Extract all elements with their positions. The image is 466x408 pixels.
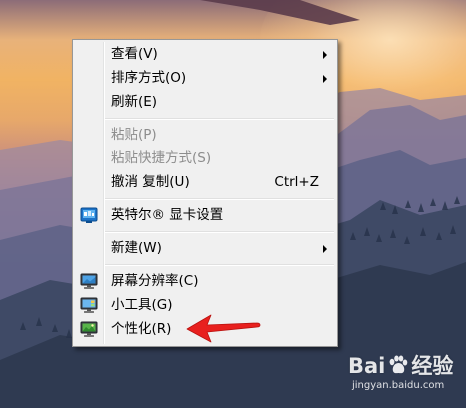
menu-item-refresh[interactable]: 刷新(E) — [75, 91, 335, 114]
menu-item-label: 查看(V) — [111, 46, 158, 62]
watermark-logo-right: 经验 — [411, 354, 454, 378]
menu-item-paste-shortcut[interactable]: 粘贴快捷方式(S) — [75, 147, 335, 170]
menu-item-paste[interactable]: 粘贴(P) — [75, 124, 335, 147]
menu-item-label: 新建(W) — [111, 240, 162, 256]
menu-item-label: 屏幕分辨率(C) — [111, 273, 199, 289]
menu-separator — [105, 231, 334, 233]
menu-item-sort-by[interactable]: 排序方式(O) — [75, 67, 335, 90]
menu-item-screen-resolution[interactable]: 屏幕分辨率(C) — [75, 270, 335, 293]
menu-item-label: 撤消 复制(U) — [111, 174, 190, 190]
personalize-icon — [80, 321, 98, 337]
monitor-resolution-icon — [80, 273, 98, 289]
menu-item-label: 粘贴快捷方式(S) — [111, 150, 212, 166]
paw-icon — [389, 355, 408, 374]
submenu-arrow-icon — [323, 75, 327, 83]
menu-item-label: 刷新(E) — [111, 94, 158, 110]
menu-item-label: 粘贴(P) — [111, 127, 157, 143]
menu-separator — [105, 118, 334, 120]
menu-item-label: 小工具(G) — [111, 297, 173, 313]
watermark-url: jingyan.baidu.com — [352, 380, 445, 391]
intel-graphics-icon — [80, 207, 98, 223]
menu-item-intel-graphics[interactable]: 英特尔® 显卡设置 — [75, 204, 335, 227]
submenu-arrow-icon — [323, 51, 327, 59]
gadgets-icon — [80, 297, 98, 313]
menu-item-label: 英特尔® 显卡设置 — [111, 207, 224, 223]
menu-item-label: 个性化(R) — [111, 321, 172, 337]
watermark-logo: Bai 经验 — [348, 350, 453, 380]
submenu-arrow-icon — [323, 245, 327, 253]
menu-item-label: 排序方式(O) — [111, 70, 187, 86]
menu-item-view[interactable]: 查看(V) — [75, 43, 335, 66]
watermark-logo-left: Bai — [348, 354, 386, 378]
context-menu: 查看(V) 排序方式(O) 刷新(E) 粘贴(P) 粘贴快捷方式(S) 撤消 复… — [72, 39, 338, 347]
red-arrow-annotation — [186, 314, 261, 343]
menu-separator — [105, 198, 334, 200]
menu-item-undo-copy[interactable]: 撤消 复制(U) Ctrl+Z — [75, 171, 335, 194]
baidu-jingyan-watermark: Bai 经验 jingyan.baidu.com — [348, 350, 458, 402]
menu-separator — [105, 264, 334, 266]
menu-item-shortcut: Ctrl+Z — [274, 174, 319, 190]
menu-item-new[interactable]: 新建(W) — [75, 237, 335, 260]
